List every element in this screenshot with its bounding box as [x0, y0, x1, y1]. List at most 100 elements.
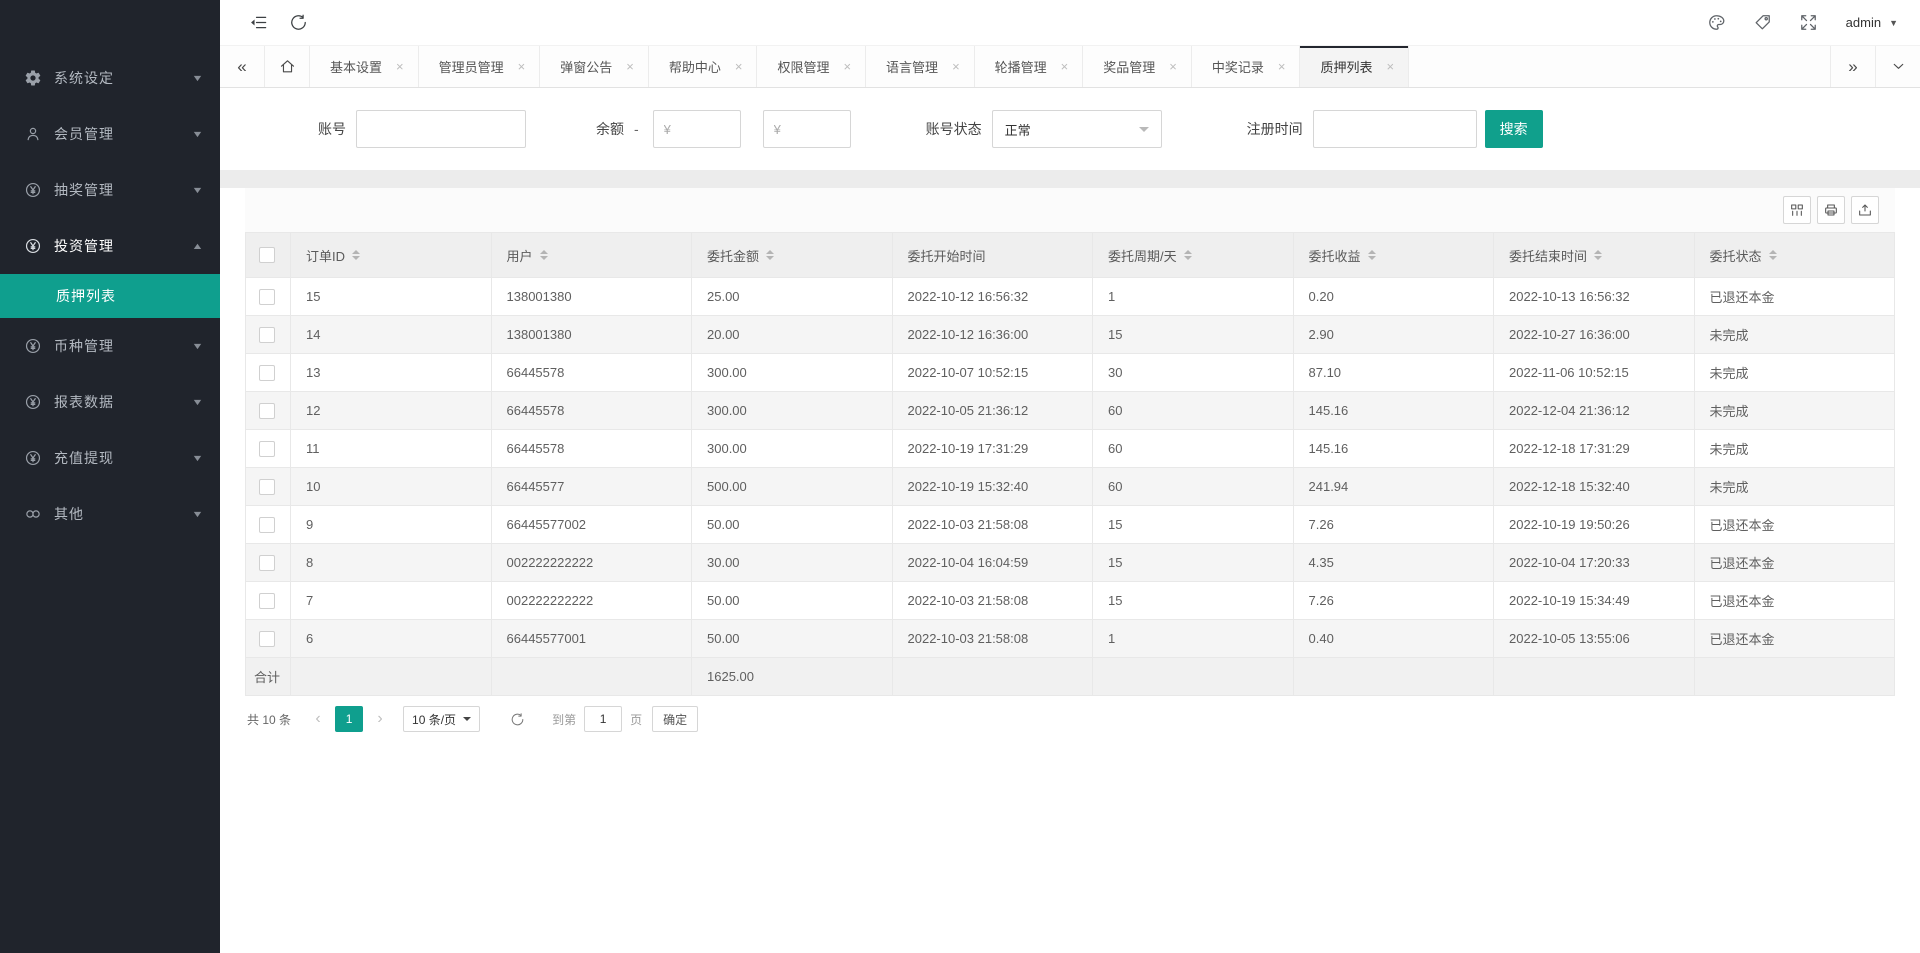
column-header-4[interactable]: 委托周期/天: [1092, 232, 1294, 278]
row-checkbox[interactable]: [259, 402, 275, 419]
prev-page-button[interactable]: ‹: [305, 706, 331, 732]
sort-icon[interactable]: [1768, 246, 1777, 264]
goto-confirm-button[interactable]: 确定: [652, 706, 699, 732]
sidebar-subitem-3-0[interactable]: 质押列表: [0, 274, 220, 318]
tab-7[interactable]: 奖品管理 ×: [1083, 46, 1192, 87]
tab-3[interactable]: 帮助中心 ×: [648, 46, 758, 87]
account-status-select[interactable]: 正常: [991, 110, 1162, 148]
sort-icon[interactable]: [1367, 246, 1376, 264]
close-tab-icon[interactable]: ×: [735, 59, 743, 74]
cell: 15: [1092, 315, 1294, 354]
column-header-5[interactable]: 委托收益: [1292, 232, 1494, 278]
tabbar-spacer: [1409, 46, 1830, 87]
column-header-7[interactable]: 委托状态: [1693, 232, 1895, 278]
cell: 12: [290, 391, 492, 430]
next-page-button[interactable]: ›: [367, 706, 393, 732]
tab-1[interactable]: 管理员管理 ×: [418, 46, 541, 87]
home-tab-button[interactable]: [265, 46, 310, 87]
register-time-input[interactable]: [1312, 110, 1477, 148]
close-tab-icon[interactable]: ×: [518, 59, 526, 74]
cell: 2022-12-04 21:36:12: [1493, 391, 1695, 430]
cell: 0.20: [1292, 277, 1494, 316]
search-button[interactable]: 搜索: [1484, 110, 1543, 148]
sidebar-item-1[interactable]: 会员管理 ▼: [0, 106, 220, 162]
column-header-6[interactable]: 委托结束时间: [1493, 232, 1695, 278]
user-icon: [24, 125, 42, 143]
sidebar-item-4[interactable]: 币种管理 ▼: [0, 318, 220, 374]
refresh-page-button[interactable]: [278, 0, 318, 45]
sidebar-item-6[interactable]: 充值提现 ▼: [0, 430, 220, 486]
row-checkbox[interactable]: [259, 554, 275, 571]
row-checkbox[interactable]: [259, 516, 275, 533]
cell: 2022-12-18 17:31:29: [1493, 429, 1695, 468]
cell: 7.26: [1292, 581, 1494, 620]
page-size-select[interactable]: 10 条/页: [403, 706, 481, 732]
column-header-label: 委托开始时间: [907, 248, 986, 264]
table-row-2: 13 66445578 300.00 2022-10-07 10:52:15 30 87.…: [245, 353, 1895, 392]
column-header-3[interactable]: 委托开始时间: [891, 232, 1093, 278]
close-tab-icon[interactable]: ×: [626, 59, 634, 74]
sidebar-item-2[interactable]: 抽奖管理 ▼: [0, 162, 220, 218]
row-checkbox[interactable]: [259, 478, 275, 495]
tag-icon: [1753, 13, 1772, 32]
column-header-2[interactable]: 委托金额: [691, 232, 893, 278]
cell: 300.00: [691, 391, 893, 430]
select-all-checkbox[interactable]: [259, 247, 275, 264]
balance-max-input[interactable]: [762, 110, 851, 148]
user-menu[interactable]: admin ▼: [1846, 15, 1898, 30]
sidebar-item-3[interactable]: 投资管理 ▲: [0, 218, 220, 274]
close-tab-icon[interactable]: ×: [1169, 59, 1177, 74]
close-tab-icon[interactable]: ×: [952, 59, 960, 74]
row-checkbox[interactable]: [259, 364, 275, 381]
fullscreen-button[interactable]: [1786, 0, 1832, 45]
cell: 2022-10-04 16:04:59: [891, 543, 1093, 582]
column-header-1[interactable]: 用户: [490, 232, 692, 278]
tab-8[interactable]: 中奖记录 ×: [1191, 46, 1301, 87]
tab-5[interactable]: 语言管理 ×: [866, 46, 975, 87]
columns-toggle-button[interactable]: [1783, 196, 1811, 224]
tab-2[interactable]: 弹窗公告 ×: [540, 46, 649, 87]
row-checkbox[interactable]: [259, 592, 275, 609]
row-checkbox[interactable]: [259, 440, 275, 457]
theme-button[interactable]: [1694, 0, 1740, 45]
close-tab-icon[interactable]: ×: [396, 59, 404, 74]
close-tab-icon[interactable]: ×: [1278, 59, 1286, 74]
close-tab-icon[interactable]: ×: [1061, 59, 1069, 74]
sort-icon[interactable]: [1594, 246, 1603, 264]
caret-down-icon: [1138, 126, 1149, 137]
account-input[interactable]: [356, 110, 526, 148]
print-button[interactable]: [1817, 196, 1845, 224]
sidebar-item-0[interactable]: 系统设定 ▼: [0, 50, 220, 106]
sidebar-item-5[interactable]: 报表数据 ▼: [0, 374, 220, 430]
column-header-0[interactable]: 订单ID: [290, 232, 492, 278]
close-tab-icon[interactable]: ×: [843, 59, 851, 74]
cell: 50.00: [691, 581, 893, 620]
row-checkbox[interactable]: [259, 630, 275, 647]
tab-4[interactable]: 权限管理 ×: [757, 46, 867, 87]
collapse-sidebar-button[interactable]: [238, 0, 278, 45]
sidebar-item-7[interactable]: 其他 ▼: [0, 486, 220, 542]
scroll-tabs-left-button[interactable]: «: [220, 46, 265, 87]
close-tab-icon[interactable]: ×: [1387, 59, 1395, 74]
tab-9-active[interactable]: 质押列表 ×: [1300, 46, 1410, 87]
sort-icon[interactable]: [1183, 246, 1192, 264]
export-button[interactable]: [1851, 196, 1879, 224]
sort-icon[interactable]: [766, 246, 775, 264]
total-empty-cell: [1693, 657, 1895, 696]
tab-options-button[interactable]: [1875, 46, 1920, 87]
cell: 2022-10-05 13:55:06: [1493, 619, 1695, 658]
tag-button[interactable]: [1740, 0, 1786, 45]
reload-table-button[interactable]: [502, 706, 532, 732]
goto-page-input[interactable]: [584, 706, 623, 732]
page-1-button[interactable]: 1: [335, 706, 364, 732]
row-checkbox[interactable]: [259, 326, 275, 343]
sort-icon[interactable]: [539, 246, 548, 264]
balance-min-input[interactable]: [652, 110, 741, 148]
cell: 2022-10-12 16:56:32: [891, 277, 1093, 316]
row-checkbox[interactable]: [259, 288, 275, 305]
page-size-value: 10 条/页: [412, 712, 457, 727]
tab-6[interactable]: 轮播管理 ×: [974, 46, 1084, 87]
sort-icon[interactable]: [352, 246, 361, 264]
scroll-tabs-right-button[interactable]: »: [1830, 46, 1875, 87]
tab-0[interactable]: 基本设置 ×: [310, 46, 419, 87]
